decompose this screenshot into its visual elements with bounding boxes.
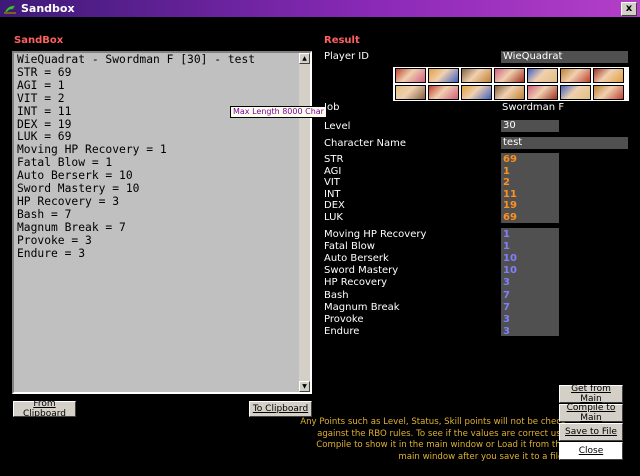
scroll-down-icon[interactable]: ▼: [299, 381, 310, 392]
stat-value: 1: [503, 229, 510, 240]
title-bar[interactable]: Sandbox x: [0, 0, 640, 17]
editor-line[interactable]: WieQuadrat - Swordman F [30] - test: [17, 53, 255, 67]
stat-value: 69: [503, 154, 517, 165]
get-from-main-label: Get from Main: [571, 384, 611, 404]
stat-name: STR: [324, 154, 344, 165]
editor-line[interactable]: STR = 69: [17, 66, 255, 80]
level-label: Level: [324, 121, 351, 132]
job-portrait[interactable]: [593, 68, 624, 83]
job-portrait[interactable]: [461, 68, 492, 83]
job-portrait[interactable]: [461, 85, 492, 100]
stat-name: HP Recovery: [324, 277, 388, 289]
job-value: Swordman F: [502, 102, 565, 113]
stat-name: Fatal Blow: [324, 241, 375, 253]
stat-value: 69: [503, 212, 517, 223]
close-label: Close: [578, 446, 604, 456]
player-id-label: Player ID: [324, 51, 369, 62]
scroll-up-icon[interactable]: ▲: [299, 53, 310, 64]
character-name-field: test: [501, 137, 628, 149]
editor-line[interactable]: Provoke = 3: [17, 234, 255, 248]
stat-value: 19: [503, 200, 517, 212]
stat-name: Sword Mastery: [324, 265, 399, 277]
job-portrait[interactable]: [527, 68, 558, 83]
editor-line[interactable]: VIT = 2: [17, 92, 255, 106]
job-portrait[interactable]: [395, 68, 426, 83]
stat-name: AGI: [324, 165, 342, 177]
editor-line[interactable]: INT = 11: [17, 105, 255, 119]
job-portrait[interactable]: [560, 85, 591, 100]
stat-value: 2: [503, 177, 510, 189]
editor-line[interactable]: AGI = 1: [17, 79, 255, 93]
window-title: Sandbox: [21, 2, 75, 15]
max-length-tooltip: Max Length 8000 Char: [230, 106, 327, 118]
player-id-field: WieQuadrat: [501, 51, 628, 63]
job-portrait[interactable]: [560, 68, 591, 83]
stat-name: Moving HP Recovery: [324, 229, 427, 240]
job-portraits[interactable]: [393, 67, 629, 101]
close-button[interactable]: Close: [559, 442, 623, 460]
job-portrait[interactable]: [428, 85, 459, 100]
compile-to-main-button[interactable]: Compile to Main: [559, 403, 623, 423]
stat-value: 10: [503, 253, 517, 265]
editor-line[interactable]: Endure = 3: [17, 247, 255, 261]
editor-scrollbar[interactable]: ▲ ▼: [299, 53, 310, 392]
stat-value: 1: [503, 165, 510, 177]
stat-value: 11: [503, 188, 517, 200]
stat-name: Endure: [324, 325, 360, 337]
stat-value: 3: [503, 313, 510, 325]
stat-name: Auto Berserk: [324, 253, 389, 265]
editor-text[interactable]: WieQuadrat - Swordman F [30] - test STR =…: [17, 53, 255, 261]
from-clipboard-label: From Clipboard: [23, 399, 66, 419]
character-name-label: Character Name: [324, 138, 407, 149]
rules-note: Any Points such as Level, Status, Skill …: [300, 417, 566, 462]
stat-value: 7: [503, 301, 510, 313]
stat-value: 7: [503, 289, 510, 301]
job-portrait[interactable]: [494, 85, 525, 100]
to-clipboard-button[interactable]: To Clipboard: [249, 401, 312, 417]
job-portrait[interactable]: [428, 68, 459, 83]
stat-name: Provoke: [324, 313, 364, 325]
level-field: 30: [501, 120, 559, 132]
stat-value: 1: [503, 241, 510, 253]
job-portrait[interactable]: [593, 85, 624, 100]
stat-name: VIT: [324, 177, 340, 189]
stat-value: 10: [503, 265, 517, 277]
stat-value: 3: [503, 325, 510, 337]
editor-line[interactable]: Magnum Break = 7: [17, 221, 255, 235]
from-clipboard-button[interactable]: From Clipboard: [13, 399, 76, 419]
get-from-main-button[interactable]: Get from Main: [559, 384, 623, 404]
editor-line[interactable]: Bash = 7: [17, 208, 255, 222]
stat-value: 3: [503, 277, 510, 289]
job-portrait[interactable]: [395, 85, 426, 100]
stat-name: DEX: [324, 200, 345, 212]
stat-name: Bash: [324, 289, 349, 301]
sandbox-editor[interactable]: WieQuadrat - Swordman F [30] - test STR =…: [12, 51, 312, 394]
close-icon[interactable]: x: [621, 2, 637, 16]
job-portrait[interactable]: [527, 85, 558, 100]
to-clipboard-label: To Clipboard: [252, 404, 309, 414]
editor-line[interactable]: HP Recovery = 3: [17, 195, 255, 209]
job-portrait[interactable]: [494, 68, 525, 83]
stat-name: LUK: [324, 212, 343, 223]
job-label: Job: [324, 102, 340, 113]
app-icon: [4, 5, 16, 14]
save-to-file-button[interactable]: Save to File: [559, 423, 623, 441]
sandbox-title: SandBox: [14, 35, 64, 46]
result-title: Result: [324, 35, 360, 46]
stat-name: INT: [324, 188, 341, 200]
stat-name: Magnum Break: [324, 301, 400, 313]
save-to-file-label: Save to File: [565, 427, 617, 437]
compile-to-main-label: Compile to Main: [566, 403, 616, 423]
